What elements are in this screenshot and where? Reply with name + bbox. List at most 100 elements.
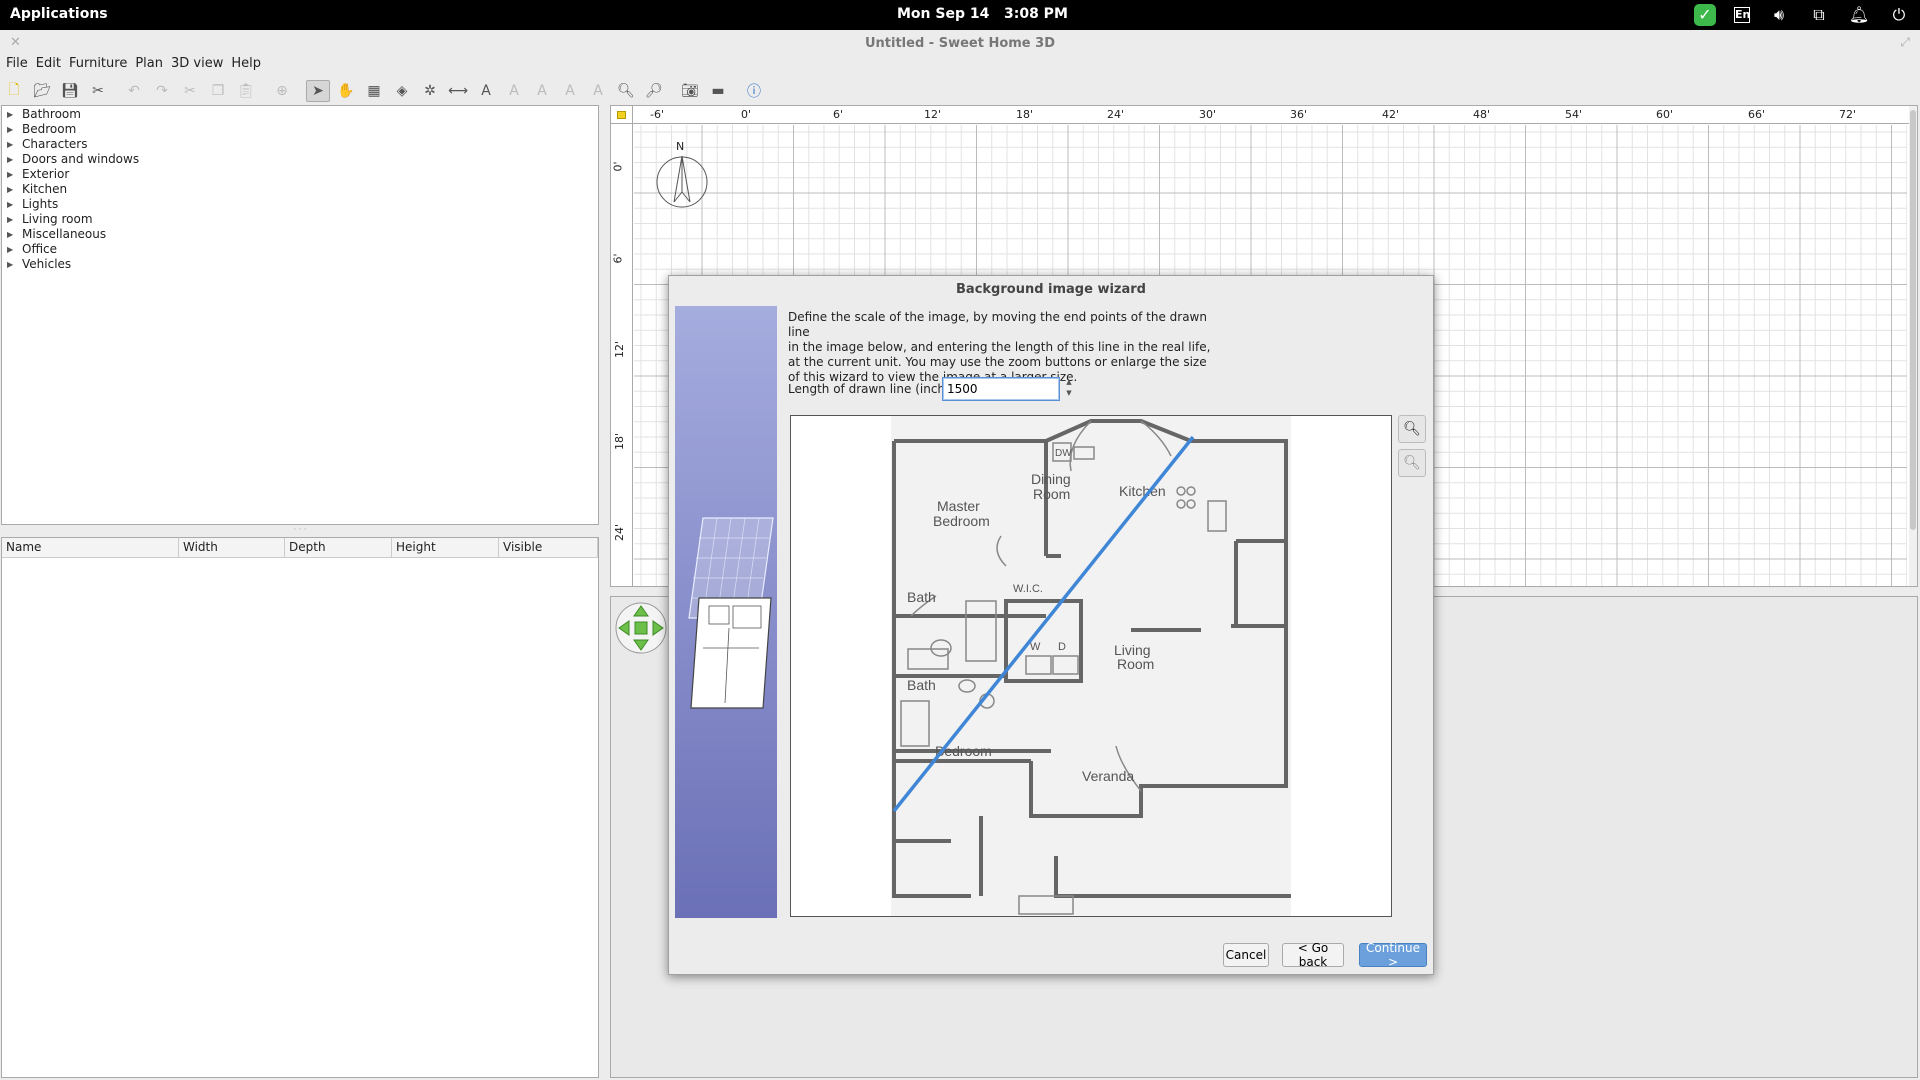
paste-icon[interactable]: 📋︎	[234, 80, 258, 102]
help-icon[interactable]: ⓘ	[742, 80, 766, 102]
menu-furniture[interactable]: Furniture	[63, 56, 127, 76]
column-depth[interactable]: Depth	[285, 538, 392, 558]
ruler-label: 12'	[924, 108, 942, 121]
create-video-icon[interactable]: ▬	[706, 80, 730, 102]
ruler-horizontal: -6' 0' 6' 12' 18' 24' 30' 36' 42' 48' 54…	[633, 106, 1917, 124]
column-width[interactable]: Width	[179, 538, 285, 558]
text-style-icon[interactable]: A	[502, 80, 526, 102]
instruction-line: at the current unit. You may use the zoo…	[788, 355, 1207, 369]
scale-image-preview[interactable]: Master Bedroom Dining Room Kitchen DW W.…	[790, 415, 1392, 917]
continue-button[interactable]: Continue >	[1359, 941, 1427, 969]
add-text-icon[interactable]: A	[474, 80, 498, 102]
category-lights[interactable]: Lights	[2, 197, 598, 212]
select-mode-icon[interactable]: ➤	[306, 80, 330, 102]
corner-marker-icon	[617, 111, 626, 119]
compass-rose[interactable]: N	[654, 140, 710, 212]
category-living-room[interactable]: Living room	[2, 212, 598, 227]
menu-plan[interactable]: Plan	[129, 56, 163, 76]
column-height[interactable]: Height	[392, 538, 499, 558]
category-kitchen[interactable]: Kitchen	[2, 182, 598, 197]
bold-icon[interactable]: A	[530, 80, 554, 102]
category-exterior[interactable]: Exterior	[2, 167, 598, 182]
zoom-in-button[interactable]: 🔍︎	[1398, 415, 1426, 443]
clock[interactable]: Mon Sep 14 3:08 PM	[897, 6, 1068, 22]
power-icon[interactable]: ⏻	[1888, 4, 1910, 26]
svg-text:Bath: Bath	[907, 589, 936, 605]
zoom-out-button[interactable]: 🔍︎	[1398, 449, 1426, 477]
cut-icon[interactable]: ✂	[178, 80, 202, 102]
length-input[interactable]	[942, 377, 1060, 401]
italic-icon[interactable]: A	[558, 80, 582, 102]
ruler-label: 6'	[611, 253, 625, 264]
table-header: Name Width Depth Height Visible	[2, 538, 598, 558]
plan-scrollbar[interactable]	[1909, 106, 1917, 586]
length-label: Length of drawn line (inch):	[788, 382, 954, 396]
ruler-label: 18'	[613, 432, 627, 451]
zoom-out-icon: 🔍︎	[1403, 455, 1421, 471]
ruler-label: 24'	[1107, 108, 1125, 121]
create-walls-icon[interactable]: ▦	[362, 80, 386, 102]
toolbar: 🗋 📂︎ 💾︎ ✂ ↶ ↷ ✂ ❐ 📋︎ ⊕ ➤ ✋ ▦ ◈ ✲ ⟷ A A A…	[0, 78, 1920, 104]
svg-text:D: D	[1058, 641, 1066, 653]
save-icon[interactable]: 💾︎	[58, 80, 82, 102]
column-visible[interactable]: Visible	[499, 538, 598, 558]
add-furniture-icon[interactable]: ⊕	[270, 80, 294, 102]
spin-down-icon[interactable]: ▼	[1062, 388, 1076, 399]
ruler-label: 30'	[1199, 108, 1217, 121]
svg-text:Bedroom: Bedroom	[933, 513, 990, 529]
update-check-icon[interactable]: ✓	[1694, 4, 1716, 26]
category-bedroom[interactable]: Bedroom	[2, 122, 598, 137]
spin-up-icon[interactable]: ▲	[1062, 377, 1076, 388]
category-characters[interactable]: Characters	[2, 137, 598, 152]
network-icon[interactable]: ⧉	[1808, 4, 1830, 26]
svg-text:Veranda: Veranda	[1082, 768, 1134, 784]
applications-menu[interactable]: Applications	[10, 6, 108, 22]
undo-icon[interactable]: ↶	[122, 80, 146, 102]
ruler-label: 60'	[1656, 108, 1674, 121]
zoom-in-icon[interactable]: 🔍︎	[614, 80, 638, 102]
go-back-button[interactable]: < Go back	[1282, 941, 1344, 969]
zoom-out-icon[interactable]: 🔎︎	[642, 80, 666, 102]
floorplan-image: Master Bedroom Dining Room Kitchen DW W.…	[891, 416, 1291, 916]
length-spinner[interactable]: ▲ ▼	[1062, 377, 1076, 401]
new-home-icon[interactable]: 🗋	[2, 80, 26, 102]
create-rooms-icon[interactable]: ◈	[390, 80, 414, 102]
clock-date: Mon Sep 14	[897, 6, 990, 22]
redo-icon[interactable]: ↷	[150, 80, 174, 102]
system-tray: ✓ En 🔊︎ ⧉ 🔔︎ ⏻	[1694, 4, 1910, 26]
maximize-icon[interactable]: ⤢	[1900, 35, 1910, 50]
menu-3d-view[interactable]: 3D view	[165, 56, 223, 76]
ruler-label: 12'	[613, 340, 627, 359]
create-polylines-icon[interactable]: ✲	[418, 80, 442, 102]
preferences-icon[interactable]: ✂	[86, 80, 110, 102]
ruler-label: 54'	[1565, 108, 1583, 121]
system-top-bar: Applications Mon Sep 14 3:08 PM ✓ En 🔊︎ …	[0, 0, 1920, 30]
volume-icon[interactable]: 🔊︎	[1768, 4, 1790, 26]
menu-help[interactable]: Help	[225, 56, 261, 76]
text-size-icon[interactable]: A	[586, 80, 610, 102]
split-pane-handle[interactable]: · · ·	[1, 526, 599, 535]
create-photo-icon[interactable]: 📷︎	[678, 80, 702, 102]
category-office[interactable]: Office	[2, 242, 598, 257]
menu-file[interactable]: File	[0, 56, 28, 76]
3d-navigation-control[interactable]	[614, 600, 668, 656]
keyboard-layout-indicator[interactable]: En	[1734, 7, 1750, 23]
create-dimensions-icon[interactable]: ⟷	[446, 80, 470, 102]
menu-edit[interactable]: Edit	[30, 56, 61, 76]
category-bathroom[interactable]: Bathroom	[2, 107, 598, 122]
ruler-label: -6'	[650, 108, 664, 121]
pan-mode-icon[interactable]: ✋	[334, 80, 358, 102]
notifications-icon[interactable]: 🔔︎	[1848, 4, 1870, 26]
instruction-line: in the image below, and entering the len…	[788, 340, 1211, 354]
category-vehicles[interactable]: Vehicles	[2, 257, 598, 272]
ruler-label: 6'	[833, 108, 844, 121]
open-icon[interactable]: 📂︎	[30, 80, 54, 102]
category-doors-and-windows[interactable]: Doors and windows	[2, 152, 598, 167]
window-titlebar: ✕ Untitled - Sweet Home 3D ⤢	[0, 30, 1920, 58]
category-miscellaneous[interactable]: Miscellaneous	[2, 227, 598, 242]
column-name[interactable]: Name	[2, 538, 179, 558]
svg-text:DW: DW	[1055, 448, 1072, 459]
copy-icon[interactable]: ❐	[206, 80, 230, 102]
ruler-label: 18'	[1016, 108, 1034, 121]
cancel-button[interactable]: Cancel	[1223, 943, 1269, 967]
